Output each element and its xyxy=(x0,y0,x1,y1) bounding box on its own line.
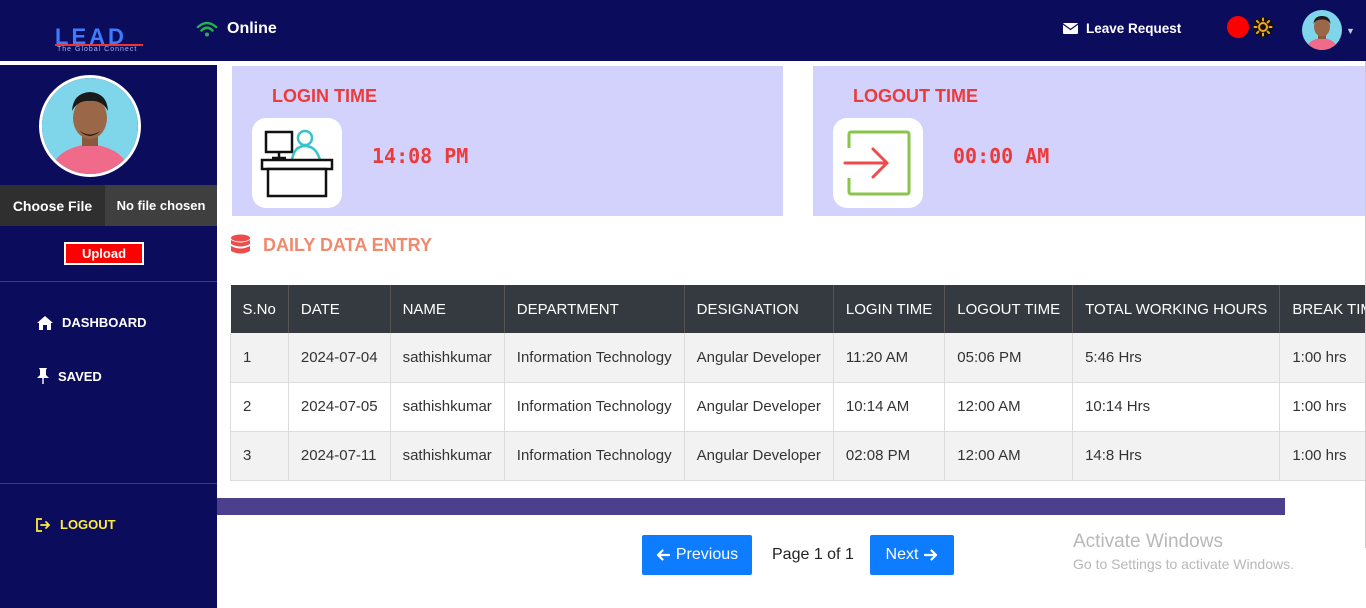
logo-tagline: The Global Connect xyxy=(57,46,138,53)
table-cell: sathishkumar xyxy=(390,431,505,481)
next-button[interactable]: Next xyxy=(870,535,954,575)
table-cell: 11:20 AM xyxy=(833,333,946,383)
sidebar-item-dashboard[interactable]: DASHBOARD xyxy=(37,315,147,330)
previous-label: Previous xyxy=(675,546,739,563)
status-text: Online xyxy=(227,20,277,37)
leave-request-label: Leave Request xyxy=(1086,21,1182,36)
top-navbar: LEAD The Global Connect Online Leave Req… xyxy=(0,0,1366,61)
logout-label: LOGOUT xyxy=(60,517,116,532)
table-cell: Angular Developer xyxy=(684,382,834,432)
sidebar-item-label: SAVED xyxy=(58,368,102,384)
table-header-row: S.No DATE NAME DEPARTMENT DESIGNATION LO… xyxy=(230,285,1366,333)
sidebar-item-label: DASHBOARD xyxy=(62,315,147,330)
user-avatar[interactable] xyxy=(1302,10,1342,50)
table-cell: 1 xyxy=(230,333,289,383)
table-cell: 10:14 AM xyxy=(833,382,946,432)
table-cell: 5:46 Hrs xyxy=(1072,333,1281,383)
sidebar-divider xyxy=(0,281,217,282)
file-input[interactable]: Choose File No file chosen xyxy=(0,185,217,226)
sidebar: Choose File No file chosen Upload DASHBO… xyxy=(0,65,217,608)
column-header: DATE xyxy=(288,285,391,333)
sun-icon[interactable] xyxy=(1252,16,1274,38)
avatar-photo xyxy=(1302,10,1342,50)
profile-photo xyxy=(39,75,141,177)
leave-request-link[interactable]: Leave Request xyxy=(1063,21,1181,36)
lead-logo[interactable]: LEAD The Global Connect xyxy=(55,24,145,56)
table-cell: Information Technology xyxy=(504,431,685,481)
logout-time-title: LOGOUT TIME xyxy=(853,86,978,106)
sidebar-item-saved[interactable]: SAVED xyxy=(37,368,102,384)
table-cell: 12:00 AM xyxy=(944,431,1074,481)
login-icon-box xyxy=(252,118,342,208)
arrow-left-icon xyxy=(656,549,670,561)
table-row: 2 2024-07-05 sathishkumar Information Te… xyxy=(230,382,1366,432)
upload-button[interactable]: Upload xyxy=(64,242,144,265)
table-cell: 2 xyxy=(230,382,289,432)
table-cell: sathishkumar xyxy=(390,382,505,432)
pin-icon xyxy=(37,368,49,384)
table-row: 1 2024-07-04 sathishkumar Information Te… xyxy=(230,333,1366,383)
table-cell: 1:00 hrs xyxy=(1279,431,1366,481)
daily-data-table: S.No DATE NAME DEPARTMENT DESIGNATION LO… xyxy=(230,285,1366,481)
column-header: TOTAL WORKING HOURS xyxy=(1072,285,1281,333)
column-header: NAME xyxy=(390,285,505,333)
login-time-title: LOGIN TIME xyxy=(272,86,377,106)
section-title-text: DAILY DATA ENTRY xyxy=(263,234,433,255)
sidebar-item-logout[interactable]: LOGOUT xyxy=(36,517,116,532)
previous-button[interactable]: Previous xyxy=(642,535,752,575)
table-cell: 1:00 hrs xyxy=(1279,382,1366,432)
activate-windows-title: Activate Windows xyxy=(1073,531,1223,552)
online-status: Online xyxy=(196,20,277,38)
home-icon xyxy=(37,315,53,330)
activate-windows-subtitle: Go to Settings to activate Windows. xyxy=(1073,556,1294,572)
table-cell: Information Technology xyxy=(504,382,685,432)
next-label: Next xyxy=(885,546,919,563)
table-cell: 2024-07-05 xyxy=(288,382,391,432)
database-icon xyxy=(231,234,250,254)
column-header: DEPARTMENT xyxy=(504,285,685,333)
logout-icon-box xyxy=(833,118,923,208)
table-cell: 2024-07-04 xyxy=(288,333,391,383)
arrow-right-icon xyxy=(924,549,938,561)
table-cell: 10:14 Hrs xyxy=(1072,382,1281,432)
envelope-icon xyxy=(1063,23,1078,34)
logout-time-value: 00:00 AM xyxy=(953,144,1050,168)
wifi-icon xyxy=(196,21,218,37)
file-status-text: No file chosen xyxy=(105,185,217,226)
page-indicator: Page 1 of 1 xyxy=(772,546,854,563)
sidebar-divider xyxy=(0,483,217,484)
table-cell: 2024-07-11 xyxy=(288,431,391,481)
login-time-card: LOGIN TIME 14:08 PM xyxy=(232,66,783,216)
table-cell: 14:8 Hrs xyxy=(1072,431,1281,481)
table-cell: sathishkumar xyxy=(390,333,505,383)
reception-desk-icon xyxy=(260,129,334,198)
column-header: BREAK TIME xyxy=(1279,285,1366,333)
daily-data-entry-heading: DAILY DATA ENTRY xyxy=(230,234,432,256)
table-cell: Angular Developer xyxy=(684,431,834,481)
table-cell: 3 xyxy=(230,431,289,481)
column-header: DESIGNATION xyxy=(684,285,834,333)
theme-toggle-knob[interactable] xyxy=(1227,16,1249,38)
table-cell: 02:08 PM xyxy=(833,431,946,481)
login-time-value: 14:08 PM xyxy=(372,144,469,168)
exit-arrow-icon xyxy=(843,130,911,196)
column-header: LOGOUT TIME xyxy=(944,285,1074,333)
profile-photo-image xyxy=(42,78,138,174)
table-cell: 12:00 AM xyxy=(944,382,1074,432)
logout-time-card: LOGOUT TIME 00:00 AM xyxy=(813,66,1366,216)
table-cell: 1:00 hrs xyxy=(1279,333,1366,383)
table-row: 3 2024-07-11 sathishkumar Information Te… xyxy=(230,431,1366,481)
table-cell: Angular Developer xyxy=(684,333,834,383)
horizontal-scrollbar[interactable] xyxy=(217,498,1285,515)
table-cell: Information Technology xyxy=(504,333,685,383)
column-header: LOGIN TIME xyxy=(833,285,946,333)
column-header: S.No xyxy=(230,285,289,333)
table-cell: 05:06 PM xyxy=(944,333,1074,383)
logout-icon xyxy=(36,517,51,532)
choose-file-button[interactable]: Choose File xyxy=(0,185,105,226)
chevron-down-icon[interactable]: ▼ xyxy=(1346,26,1355,36)
